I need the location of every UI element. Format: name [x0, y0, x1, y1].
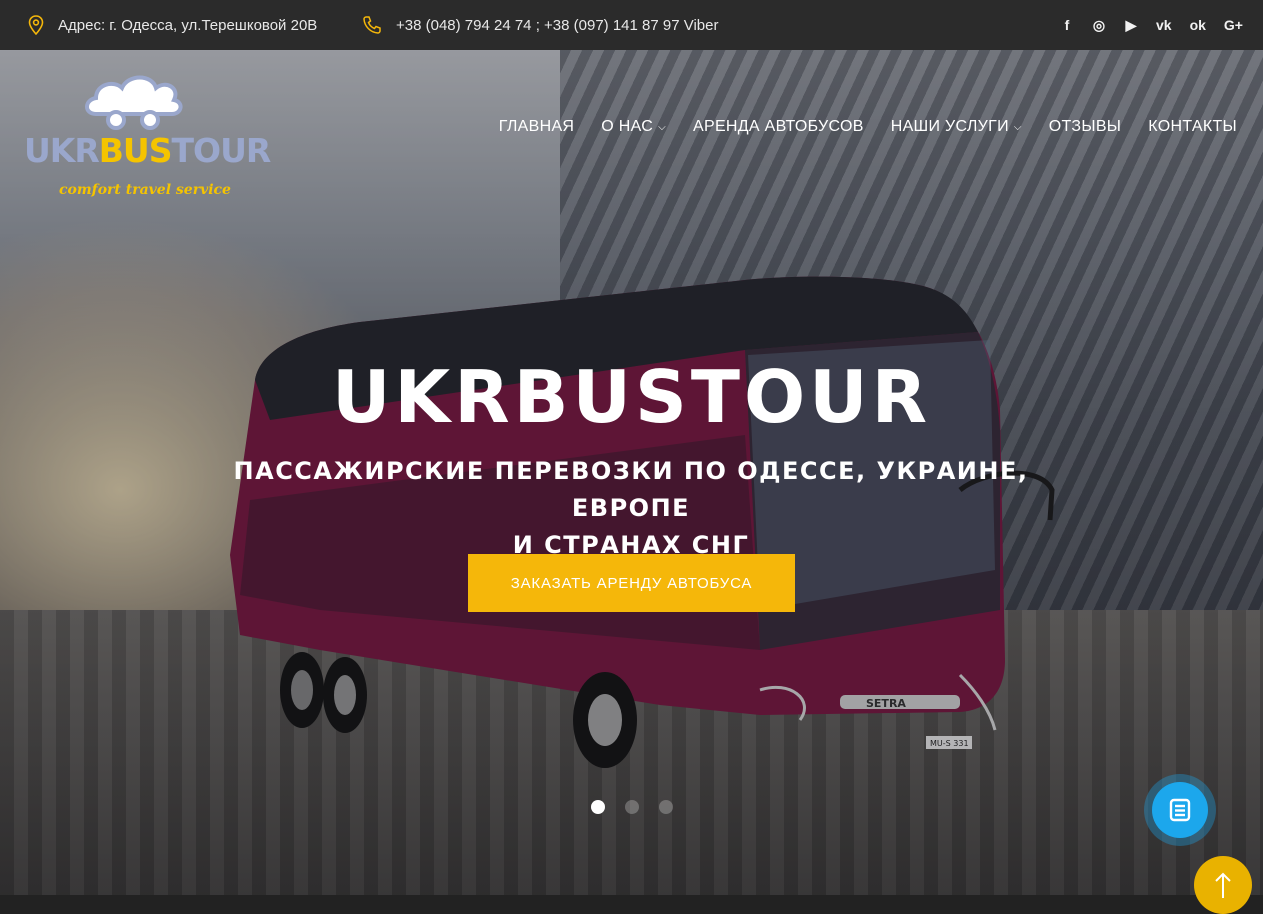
phone-text[interactable]: +38 (048) 794 24 74 ; +38 (097) 141 87 9… [396, 17, 718, 34]
odnoklassniki-icon[interactable]: ok [1190, 17, 1206, 33]
site-logo[interactable]: UKRBUSTOUR comfort travel service [24, 72, 271, 202]
facebook-icon[interactable]: f [1060, 17, 1074, 33]
phone-block: +38 (048) 794 24 74 ; +38 (097) 141 87 9… [362, 0, 718, 50]
nav-item-bus-rental[interactable]: АРЕНДА АВТОБУСОВ [693, 118, 864, 136]
slider-dots [591, 800, 693, 814]
nav-label: АРЕНДА АВТОБУСОВ [693, 118, 864, 135]
chevron-down-icon: ⌵ [658, 121, 666, 133]
vk-icon[interactable]: vk [1156, 17, 1172, 33]
nav-item-contacts[interactable]: КОНТАКТЫ [1148, 118, 1237, 136]
nav-item-home[interactable]: ГЛАВНАЯ [499, 118, 575, 136]
nav-label: КОНТАКТЫ [1148, 118, 1237, 135]
phone-icon [363, 16, 381, 34]
nav-item-reviews[interactable]: ОТЗЫВЫ [1049, 118, 1122, 136]
instagram-icon[interactable]: ◎ [1092, 17, 1106, 34]
logo-tagline: comfort travel service [59, 182, 231, 198]
main-navigation: ГЛАВНАЯ О НАС ⌵ АРЕНДА АВТОБУСОВ НАШИ УСЛ… [472, 118, 1237, 136]
nav-label: ОТЗЫВЫ [1048, 118, 1122, 135]
social-links: f ◎ ▶ vk ok G+ [1042, 0, 1243, 50]
nav-label: О НАС [601, 118, 654, 135]
logo-part-ukr: UKR [24, 131, 100, 170]
hero-subtitle-line1: ПАССАЖИРСКИЕ ПЕРЕВОЗКИ ПО ОДЕССЕ, УКРАИН… [233, 457, 1029, 522]
slider-dot-1[interactable] [591, 800, 605, 814]
chevron-down-icon: ⌵ [1013, 121, 1022, 133]
hero-title: UKRBUSTOUR [331, 355, 932, 439]
slider-dot-2[interactable] [625, 800, 639, 814]
nav-label: ГЛАВНАЯ [498, 118, 575, 135]
nav-item-about[interactable]: О НАС ⌵ [601, 118, 666, 136]
address-block: Адрес: г. Одесса, ул.Терешковой 20В [28, 0, 317, 50]
hero-subtitle: ПАССАЖИРСКИЕ ПЕРЕВОЗКИ ПО ОДЕССЕ, УКРАИН… [181, 453, 1081, 564]
youtube-icon[interactable]: ▶ [1124, 17, 1138, 34]
floating-form-button[interactable] [1152, 782, 1208, 838]
nav-label: НАШИ УСЛУГИ [890, 118, 1009, 135]
google-plus-icon[interactable]: G+ [1224, 17, 1243, 33]
arrow-up-icon [1215, 872, 1231, 898]
cloud-car-logo-icon [85, 75, 183, 130]
address-text: Адрес: г. Одесса, ул.Терешковой 20В [58, 16, 318, 34]
logo-wordmark: UKRBUSTOUR [24, 131, 272, 170]
document-icon [1169, 798, 1191, 822]
logo-part-tour: TOUR [171, 131, 272, 170]
nav-item-services[interactable]: НАШИ УСЛУГИ ⌵ [891, 118, 1022, 136]
top-bar: Адрес: г. Одесса, ул.Терешковой 20В +38 … [0, 0, 1263, 50]
slider-dot-3[interactable] [659, 800, 673, 814]
scroll-to-top-button[interactable] [1194, 856, 1252, 914]
order-bus-button[interactable]: ЗАКАЗАТЬ АРЕНДУ АВТОБУСА [468, 554, 795, 612]
map-pin-icon [28, 15, 44, 35]
logo-part-bus: BUS [98, 131, 173, 170]
